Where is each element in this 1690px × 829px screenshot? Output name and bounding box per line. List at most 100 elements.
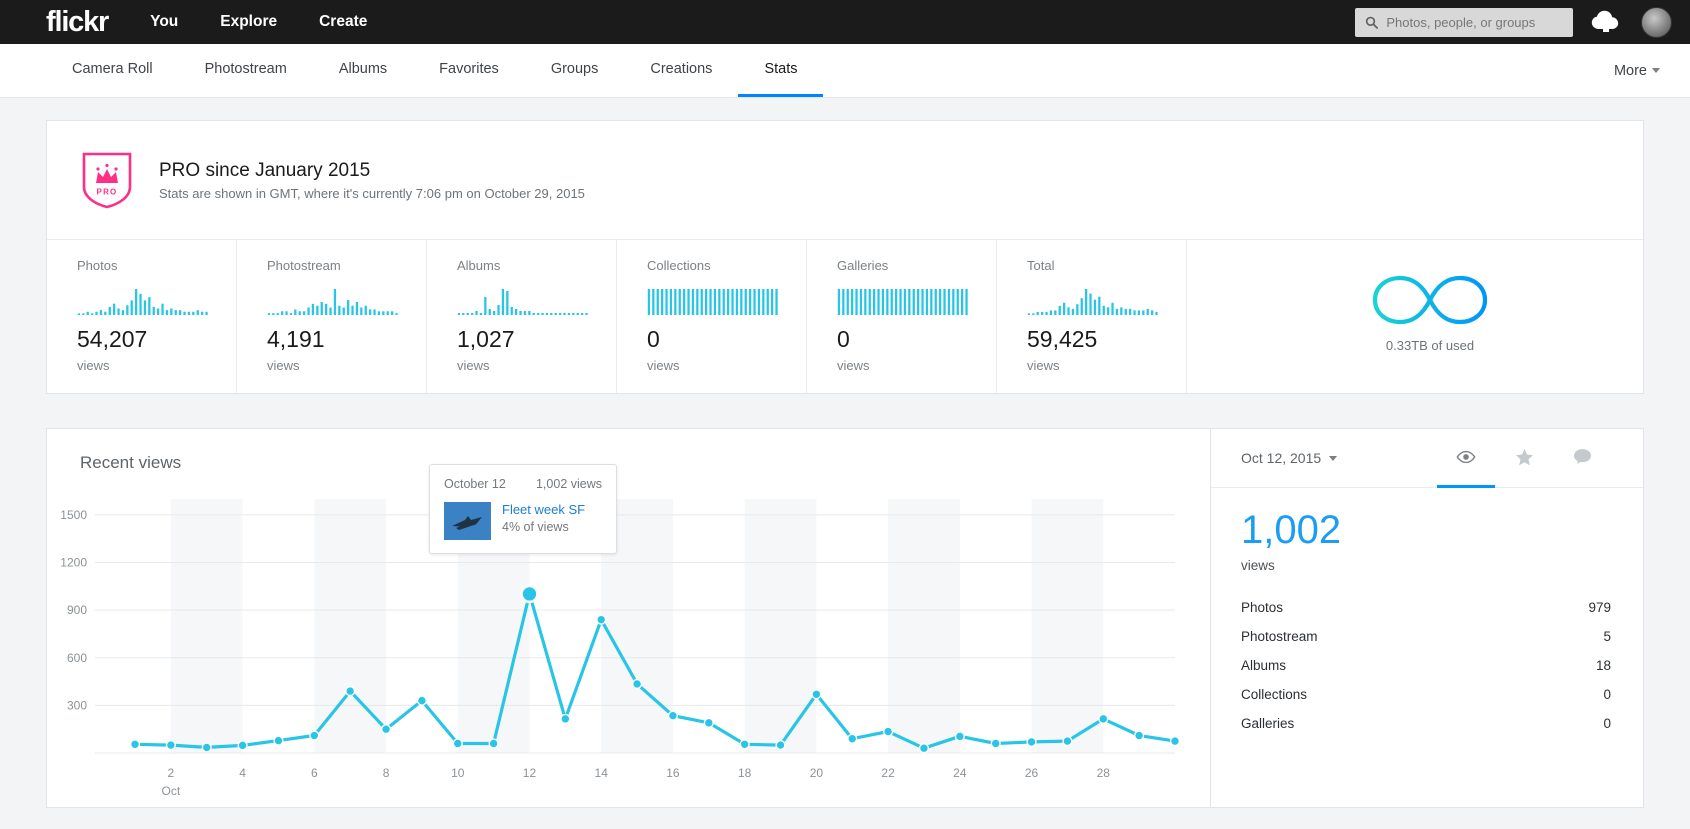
overview-card: PRO PRO since January 2015 Stats are sho… (46, 120, 1644, 394)
tooltip-header: October 12 1,002 views (444, 477, 602, 491)
svg-text:16: 16 (666, 766, 680, 780)
pro-banner: PRO PRO since January 2015 Stats are sho… (47, 121, 1643, 240)
stat-card-photos[interactable]: Photos 54,207 views (47, 240, 237, 393)
upload-cloud-icon[interactable] (1591, 10, 1623, 34)
subnav-item-favorites[interactable]: Favorites (413, 44, 525, 97)
stat-card-sub: views (457, 358, 490, 373)
metric-tab-comments[interactable] (1553, 429, 1611, 488)
user-avatar[interactable] (1641, 6, 1672, 38)
date-selector[interactable]: Oct 12, 2015 (1241, 450, 1338, 466)
stat-card-sub: views (267, 358, 300, 373)
metric-tabs (1437, 429, 1611, 488)
stat-card-total[interactable]: Total 59,425 views (997, 240, 1187, 393)
svg-text:12: 12 (523, 766, 537, 780)
svg-text:24: 24 (953, 766, 967, 780)
summary-breakdown-list: Photos 979 Photostream 5 Albums 18 Colle… (1211, 593, 1643, 738)
airplane-icon (452, 516, 482, 530)
stat-card-galleries[interactable]: Galleries 0 views (807, 240, 997, 393)
pro-title: PRO since January 2015 (159, 159, 371, 181)
nav-item-you[interactable]: You (150, 14, 178, 30)
stat-card-value: 0 (647, 326, 660, 352)
svg-text:600: 600 (67, 651, 87, 665)
stat-card-label: Albums (457, 258, 501, 273)
primary-nav: You Explore Create (150, 14, 367, 30)
stats-cards-row: Photos 54,207 views Photostream 4,191 vi… (47, 240, 1643, 393)
recent-views-section: Recent views 300 600 900 1200 1500 2 Oct 4 6 8 10 1… (46, 428, 1644, 808)
breakdown-label: Collections (1241, 687, 1308, 702)
storage-label: 0.33TB of used (1385, 338, 1475, 353)
infinity-icon (1372, 275, 1488, 325)
stat-card-value: 54,207 (77, 326, 148, 352)
summary-primary-value: 1,002 views (1211, 488, 1643, 573)
airplane-thumbnail[interactable] (444, 502, 491, 540)
sparkline-total (1027, 289, 1158, 315)
stats-summary-panel: Oct 12, 2015 1,002 views Photos 979 Phot… (1210, 428, 1644, 808)
date-selector-label: Oct 12, 2015 (1241, 450, 1322, 466)
tooltip-photo-title[interactable]: Fleet week SF (502, 502, 585, 518)
svg-text:26: 26 (1025, 766, 1039, 780)
subnav-item-creations[interactable]: Creations (624, 44, 738, 97)
pro-badge-icon: PRO (82, 152, 132, 209)
chevron-down-icon (1329, 455, 1338, 461)
recent-views-chart-panel: Recent views 300 600 900 1200 1500 2 Oct 4 6 8 10 1… (46, 428, 1210, 808)
flickr-logo[interactable]: flickr (46, 7, 109, 37)
star-icon (1515, 448, 1533, 465)
stat-card-value: 59,425 (1027, 326, 1098, 352)
metric-tab-favorites[interactable] (1495, 429, 1553, 488)
subnav-item-stats[interactable]: Stats (738, 44, 824, 97)
svg-text:14: 14 (595, 766, 609, 780)
svg-text:4: 4 (239, 766, 246, 780)
breakdown-row-photos: Photos 979 (1241, 593, 1611, 622)
breakdown-row-collections: Collections 0 (1241, 680, 1611, 709)
subnav-item-camera-roll[interactable]: Camera Roll (46, 44, 179, 97)
top-navigation-bar: flickr You Explore Create (0, 0, 1690, 44)
sparkline-photostream (267, 289, 398, 315)
breakdown-value: 0 (1603, 716, 1611, 731)
search-input[interactable] (1386, 14, 1563, 30)
subnav-item-photostream[interactable]: Photostream (179, 44, 313, 97)
metric-tab-views[interactable] (1437, 429, 1495, 488)
search-icon (1365, 16, 1378, 29)
breakdown-label: Galleries (1241, 716, 1295, 731)
svg-text:20: 20 (810, 766, 824, 780)
chart-area[interactable]: 300 600 900 1200 1500 2 Oct 4 6 8 10 12 14 16 18 20 22 24… (47, 489, 1210, 809)
breakdown-label: Photos (1241, 600, 1284, 615)
eye-icon (1456, 450, 1476, 463)
page-content: PRO PRO since January 2015 Stats are sho… (0, 98, 1690, 808)
nav-item-explore[interactable]: Explore (220, 14, 277, 30)
breakdown-label: Albums (1241, 658, 1287, 673)
svg-text:18: 18 (738, 766, 752, 780)
stat-card-collections[interactable]: Collections 0 views (617, 240, 807, 393)
top-bar-right-controls (1355, 0, 1672, 44)
breakdown-value: 979 (1588, 600, 1611, 615)
breakdown-value: 0 (1603, 687, 1611, 702)
svg-text:6: 6 (311, 766, 318, 780)
svg-text:300: 300 (67, 698, 87, 712)
stat-card-sub: views (77, 358, 110, 373)
subnav-items: Camera Roll Photostream Albums Favorites… (46, 44, 824, 97)
stat-card-albums[interactable]: Albums 1,027 views (427, 240, 617, 393)
tooltip-date: October 12 (444, 477, 506, 491)
subnav-more-button[interactable]: More (1614, 44, 1660, 97)
sparkline-photos (77, 289, 208, 316)
search-box[interactable] (1355, 7, 1573, 37)
subnav-item-albums[interactable]: Albums (313, 44, 413, 97)
stat-card-label: Galleries (837, 258, 889, 273)
stat-card-label: Photos (77, 258, 118, 273)
breakdown-row-albums: Albums 18 (1241, 651, 1611, 680)
recent-views-line-chart[interactable]: 300 600 900 1200 1500 2 Oct 4 6 8 10 12 14 16 18 20 22 24… (47, 489, 1211, 809)
subnav-item-groups[interactable]: Groups (525, 44, 625, 97)
svg-text:1200: 1200 (60, 556, 87, 570)
breakdown-row-photostream: Photostream 5 (1241, 622, 1611, 651)
chart-tooltip: October 12 1,002 views Fleet week SF 4% … (429, 464, 617, 554)
tooltip-views: 1,002 views (535, 477, 602, 491)
stat-card-photostream[interactable]: Photostream 4,191 views (237, 240, 427, 393)
sparkline-galleries (837, 289, 968, 315)
nav-item-create[interactable]: Create (319, 14, 367, 30)
pro-subtitle: Stats are shown in GMT, where it's curre… (159, 185, 585, 201)
svg-text:10: 10 (451, 766, 465, 780)
secondary-navigation: Camera Roll Photostream Albums Favorites… (0, 44, 1690, 98)
svg-text:Oct: Oct (162, 784, 181, 798)
sparkline-collections (647, 289, 778, 315)
storage-card: 0.33TB of used (1187, 240, 1643, 393)
